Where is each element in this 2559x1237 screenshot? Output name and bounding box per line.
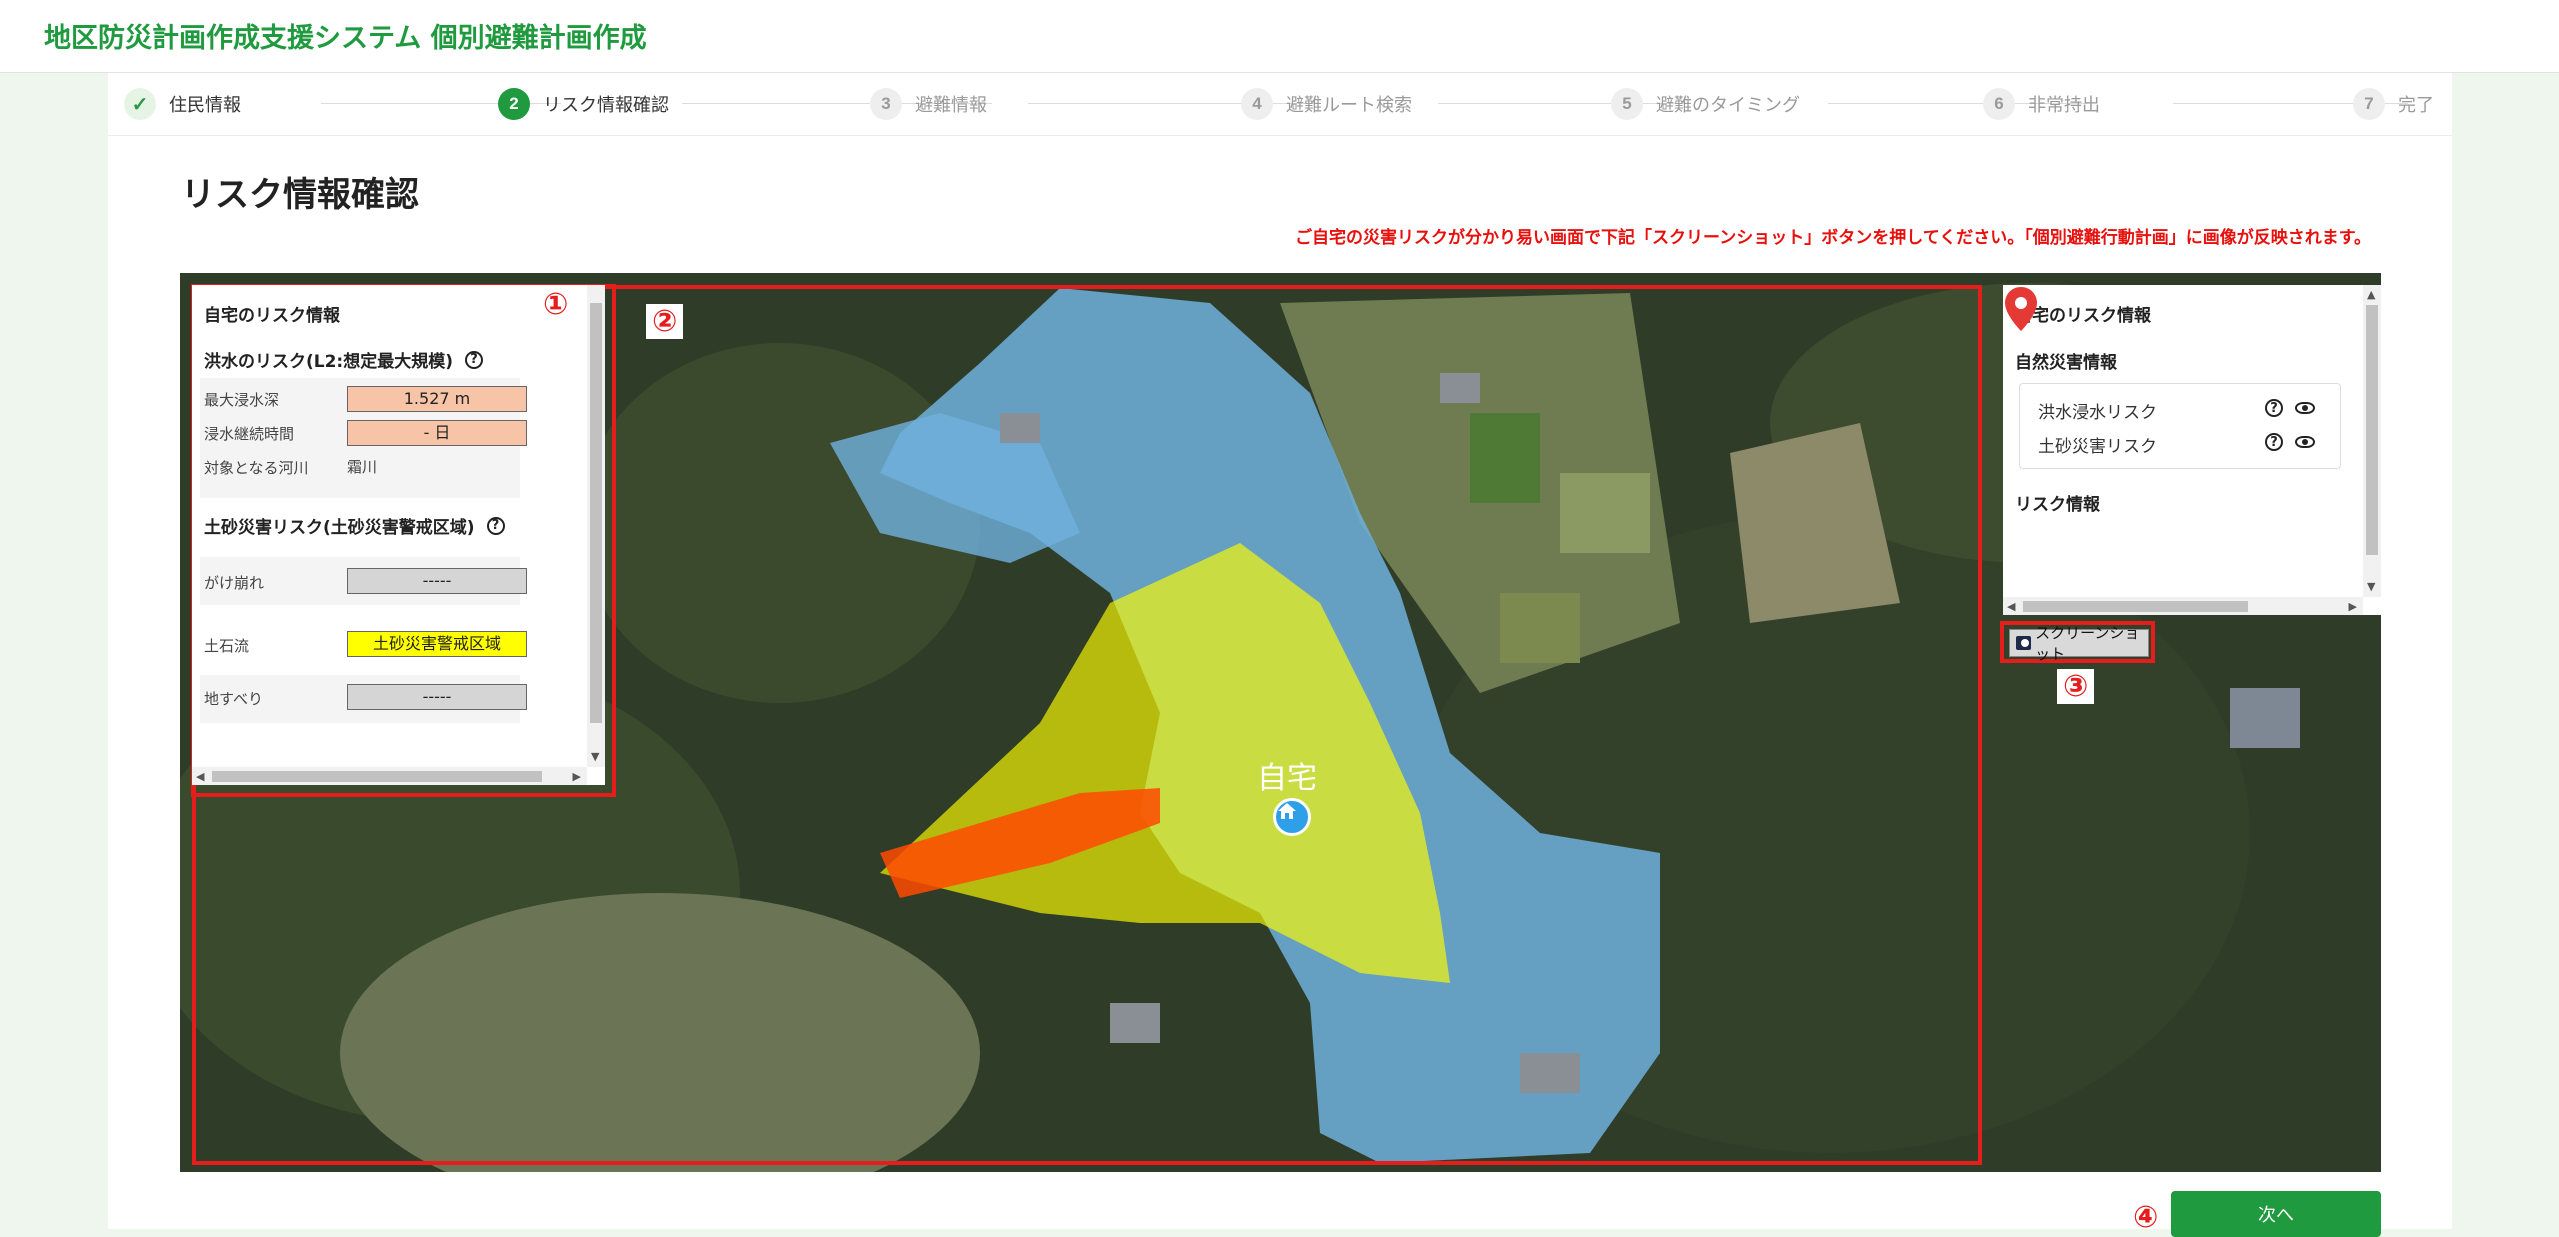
landslip-label: 地すべり bbox=[204, 690, 263, 708]
flood-risk-title: 洪水のリスク(L2:想定最大規模) ? bbox=[204, 347, 483, 372]
landslide-layer-controls: ? bbox=[2265, 433, 2315, 451]
natural-disaster-title: 自然災害情報 bbox=[2015, 353, 2117, 373]
cliff-value: ----- bbox=[347, 568, 527, 594]
flood-risk-heading: 洪水のリスク(L2:想定最大規模) bbox=[204, 352, 453, 372]
next-button[interactable]: 次へ bbox=[2171, 1191, 2381, 1237]
help-icon[interactable]: ? bbox=[2265, 399, 2283, 417]
step-2: 2 リスク情報確認 bbox=[498, 86, 669, 122]
page-title: リスク情報確認 bbox=[181, 175, 419, 215]
annotation-1: ① bbox=[543, 287, 569, 322]
panel-title: 自宅のリスク情報 bbox=[204, 306, 340, 326]
step-7: 7 完了 bbox=[2353, 86, 2434, 122]
duration-label: 浸水継続時間 bbox=[204, 425, 295, 443]
panel-content: 自宅のリスク情報 洪水のリスク(L2:想定最大規模) ? 最大浸水深 1.527… bbox=[192, 285, 587, 767]
annotation-2: ② bbox=[646, 304, 684, 339]
step-number: 5 bbox=[1611, 88, 1643, 120]
scroll-right-arrow[interactable]: ▶ bbox=[2349, 600, 2357, 613]
river-label: 対象となる河川 bbox=[204, 459, 309, 477]
step-6: 6 非常持出 bbox=[1983, 86, 2100, 122]
app-header: 地区防災計画作成支援システム 個別避難計画作成 bbox=[0, 0, 2559, 73]
progress-stepper: ✓ 住民情報 2 リスク情報確認 3 避難情報 4 避難ルート検索 5 避難のタ… bbox=[108, 73, 2452, 136]
landslip-value: ----- bbox=[347, 684, 527, 710]
app-title: 地区防災計画作成支援システム 個別避難計画作成 bbox=[44, 23, 647, 54]
flood-layer-controls: ? bbox=[2265, 399, 2315, 417]
vertical-scrollbar[interactable]: ▼ bbox=[587, 285, 605, 767]
help-icon[interactable]: ? bbox=[2265, 433, 2283, 451]
max-depth-label: 最大浸水深 bbox=[204, 391, 280, 409]
screenshot-button-label: スクリーンショット bbox=[2035, 624, 2140, 663]
step-label: 避難情報 bbox=[915, 95, 987, 116]
scroll-left-arrow[interactable]: ◀ bbox=[196, 770, 204, 783]
cliff-label: がけ崩れ bbox=[204, 574, 265, 592]
check-icon: ✓ bbox=[124, 88, 156, 120]
annotation-4: ④ bbox=[2133, 1200, 2159, 1235]
step-number: 2 bbox=[498, 88, 530, 120]
horizontal-scrollbar[interactable]: ◀ ▶ bbox=[192, 767, 587, 785]
step-5: 5 避難のタイミング bbox=[1611, 86, 1800, 122]
flood-layer-label: 洪水浸水リスク bbox=[2038, 403, 2157, 423]
layer-panel: 自宅のリスク情報 自然災害情報 洪水浸水リスク ? 土砂災害リスク ? リスク情… bbox=[2003, 285, 2381, 615]
map-pin-icon[interactable] bbox=[2003, 285, 2039, 333]
help-icon[interactable]: ? bbox=[486, 516, 505, 535]
step-number: 3 bbox=[870, 88, 902, 120]
river-value: 霜川 bbox=[347, 458, 378, 476]
risk-info-title: リスク情報 bbox=[2015, 495, 2100, 515]
scroll-up-arrow[interactable]: ▲ bbox=[2367, 288, 2375, 301]
step-label: 避難のタイミング bbox=[1656, 95, 1800, 116]
main-content: ✓ 住民情報 2 リスク情報確認 3 避難情報 4 避難ルート検索 5 避難のタ… bbox=[108, 73, 2452, 1237]
layer-list: 洪水浸水リスク ? 土砂災害リスク ? bbox=[2019, 383, 2341, 469]
eye-icon[interactable] bbox=[2295, 402, 2315, 414]
step-label: 住民情報 bbox=[169, 95, 241, 116]
help-icon[interactable]: ? bbox=[465, 350, 483, 369]
horizontal-scrollbar[interactable]: ◀ ▶ bbox=[2003, 597, 2363, 615]
max-depth-value: 1.527 m bbox=[347, 386, 527, 412]
landslide-risk-title: 土砂災害リスク(土砂災害警戒区域) ? bbox=[204, 513, 505, 538]
duration-value: - 日 bbox=[347, 420, 527, 446]
eye-icon[interactable] bbox=[2295, 436, 2315, 448]
scroll-down-arrow[interactable]: ▼ bbox=[2367, 580, 2375, 593]
step-3: 3 避難情報 bbox=[870, 86, 987, 122]
step-number: 4 bbox=[1241, 88, 1273, 120]
scroll-thumb[interactable] bbox=[2366, 305, 2378, 555]
step-label: 非常持出 bbox=[2028, 95, 2100, 116]
map-view[interactable]: 自宅 自宅のリスク情報 洪水のリスク(L2:想定最大規模) ? 最大浸水深 1.… bbox=[180, 273, 2381, 1172]
step-number: 6 bbox=[1983, 88, 2015, 120]
step-1: ✓ 住民情報 bbox=[124, 86, 241, 122]
step-4: 4 避難ルート検索 bbox=[1241, 86, 1412, 122]
landslide-layer-label: 土砂災害リスク bbox=[2038, 437, 2157, 457]
vertical-scrollbar[interactable]: ▲ ▼ bbox=[2363, 285, 2381, 597]
scroll-thumb[interactable] bbox=[590, 303, 602, 723]
scroll-right-arrow[interactable]: ▶ bbox=[573, 770, 581, 783]
step-label: 完了 bbox=[2398, 95, 2434, 116]
home-risk-panel: 自宅のリスク情報 洪水のリスク(L2:想定最大規模) ? 最大浸水深 1.527… bbox=[192, 285, 605, 785]
step-number: 7 bbox=[2353, 88, 2385, 120]
scroll-thumb[interactable] bbox=[2023, 601, 2248, 612]
step-label: 避難ルート検索 bbox=[1286, 95, 1412, 116]
step-label: リスク情報確認 bbox=[543, 95, 669, 116]
scroll-left-arrow[interactable]: ◀ bbox=[2007, 600, 2015, 613]
annotation-3: ③ bbox=[2057, 669, 2095, 704]
scroll-down-arrow[interactable]: ▼ bbox=[591, 750, 599, 763]
camera-icon bbox=[2016, 636, 2032, 650]
screenshot-notice: ご自宅の災害リスクが分かり易い画面で下記「スクリーンショット」ボタンを押してくだ… bbox=[1295, 228, 2371, 248]
landslide-risk-heading: 土砂災害リスク(土砂災害警戒区域) bbox=[204, 518, 475, 538]
scroll-thumb[interactable] bbox=[212, 771, 542, 782]
debris-flow-value: 土砂災害警戒区域 bbox=[347, 631, 527, 657]
debris-flow-label: 土石流 bbox=[204, 637, 250, 655]
screenshot-button[interactable]: スクリーンショット bbox=[2009, 624, 2149, 663]
